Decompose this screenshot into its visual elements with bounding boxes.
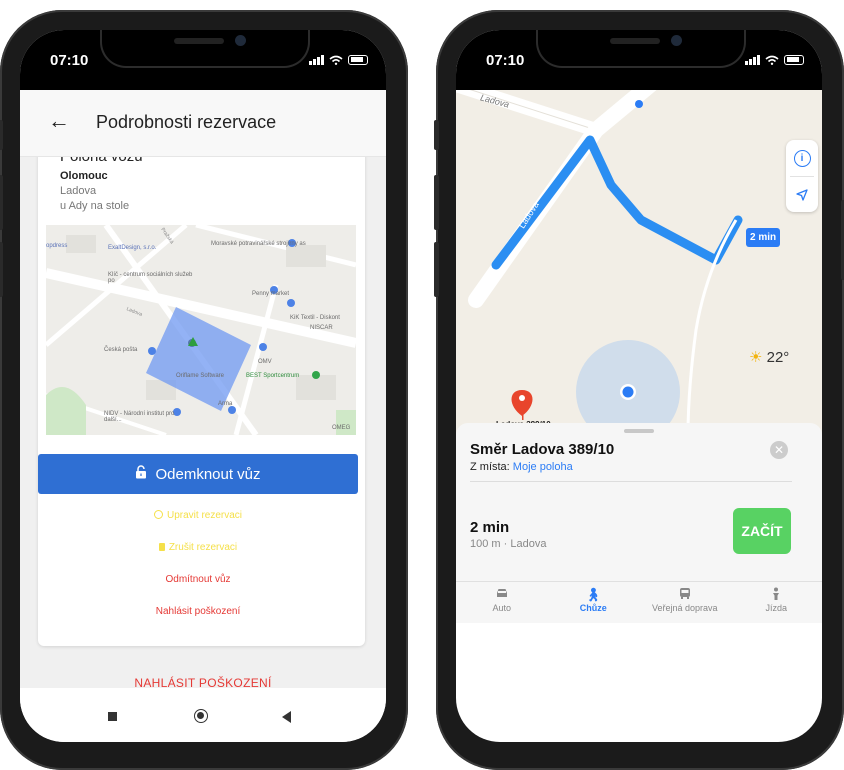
volume-up-button: [0, 175, 3, 230]
phone-left: 07:10 Poloha vozu Olomouc Ladova u Ady n…: [0, 10, 408, 770]
arrow-back-icon[interactable]: ←: [48, 108, 70, 134]
sheet-grabber[interactable]: [624, 429, 654, 433]
status-bar: 07:10: [20, 30, 386, 90]
tab-auto[interactable]: Auto: [456, 582, 548, 618]
eta-time: 2 min: [470, 519, 510, 536]
tab-transit[interactable]: Veřejná doprava: [639, 582, 731, 618]
map-label: NIDV - Národní institut pro další...: [104, 411, 175, 423]
start-button[interactable]: ZAČÍT: [733, 508, 791, 554]
walk-icon: 🚶︎: [584, 587, 602, 602]
back-triangle-icon[interactable]: [282, 711, 291, 723]
circle-icon: [153, 510, 163, 519]
transport-mode-tabs: Auto 🚶︎ Chůze Veřejná doprava Jízda: [456, 581, 822, 618]
android-nav-bar: [20, 690, 386, 742]
tab-label: Veřejná doprava: [651, 603, 718, 613]
mute-switch: [434, 120, 439, 150]
location-street: Ladova: [60, 185, 97, 197]
map-label: OMV: [258, 359, 272, 365]
status-time: 07:10: [50, 52, 89, 69]
map-controls: i: [786, 140, 818, 212]
info-icon[interactable]: i: [786, 140, 818, 176]
phone-right: 07:10 Ladova Ladova 2 min i ☀ 22° Směr L…: [434, 10, 844, 770]
map-label: opdress: [46, 243, 68, 249]
signal-icon: [309, 54, 324, 65]
recent-apps-icon[interactable]: [108, 712, 117, 721]
edit-reservation-link[interactable]: Upravit rezervaci: [38, 510, 358, 521]
page-title: Podrobnosti rezervace: [96, 112, 277, 132]
map-label: Moravské potravinářské strojírny as: [211, 241, 306, 247]
report-damage-link[interactable]: Nahlásit poškození: [38, 606, 358, 617]
wifi-icon: [765, 55, 779, 65]
weather: ☀ 22°: [749, 348, 789, 366]
edit-reservation-label: Upravit rezervaci: [166, 510, 243, 521]
navigation-map[interactable]: Ladova Ladova 2 min Ladova 389/10 i: [456, 90, 822, 435]
map-label: Klíč - centrum sociálních služeb po: [108, 272, 193, 284]
tab-walk[interactable]: 🚶︎ Chůze: [548, 582, 640, 618]
origin-value[interactable]: Moje poloha: [513, 461, 573, 473]
volume-down-button: [0, 242, 3, 297]
close-icon[interactable]: ✕: [770, 441, 788, 459]
status-bar: 07:10: [456, 30, 822, 90]
map-label: Penny market: [252, 291, 290, 297]
tab-label: Jízda: [765, 603, 787, 613]
report-damage-button[interactable]: NAHLÁSIT POŠKOZENÍ: [20, 676, 386, 690]
status-icons: [309, 54, 368, 65]
tab-ride[interactable]: Jízda: [731, 582, 823, 618]
location-city: Olomouc: [60, 170, 108, 182]
location-arrow-icon[interactable]: [786, 177, 818, 213]
battery-icon: [784, 54, 804, 65]
map-label: Arma: [218, 401, 233, 407]
car-icon: [495, 587, 509, 603]
home-icon[interactable]: [194, 709, 208, 723]
cancel-reservation-label: Zrušit rezervaci: [168, 542, 238, 553]
signal-icon: [745, 54, 760, 65]
notch: [536, 30, 746, 68]
volume-up-button: [434, 175, 439, 230]
divider: [470, 481, 792, 482]
reservation-content: Poloha vozu Olomouc Ladova u Ady na stol…: [20, 148, 386, 690]
map-label: OMEG: [332, 425, 351, 431]
map-label: ExaltDesign, s.r.o.: [108, 245, 157, 251]
bus-icon: [679, 587, 691, 603]
wifi-icon: [329, 55, 343, 65]
map-label: Oriflame Software: [176, 373, 225, 379]
origin-line: Z místa: Moje poloha: [470, 461, 573, 473]
reject-car-link[interactable]: Odmítnout vůz: [38, 574, 358, 585]
status-icons: [745, 54, 804, 65]
destination-title: Směr Ladova 389/10: [470, 441, 615, 458]
lock-icon: [135, 465, 147, 483]
map-label: NISCAR: [310, 325, 333, 331]
car-location-map[interactable]: opdress ExaltDesign, s.r.o. Moravské pot…: [46, 225, 356, 435]
map-label: BEST Sportcentrum: [246, 373, 300, 379]
eta-detail: 100 m · Ladova: [470, 538, 547, 550]
tab-label: Auto: [492, 603, 511, 613]
unlock-car-label: Odemknout vůz: [155, 465, 261, 483]
left-screen: 07:10 Poloha vozu Olomouc Ladova u Ady n…: [20, 30, 386, 742]
volume-down-button: [434, 242, 439, 297]
mute-switch: [0, 120, 3, 150]
ride-icon: [770, 587, 782, 603]
unlock-car-button[interactable]: Odemknout vůz: [38, 454, 358, 494]
notch: [100, 30, 310, 68]
location-note: u Ady na stole: [60, 200, 130, 212]
trash-icon: [158, 543, 165, 551]
directions-sheet: Směr Ladova 389/10 Z místa: Moje poloha …: [456, 423, 822, 623]
cancel-reservation-link[interactable]: Zrušit rezervaci: [38, 542, 358, 553]
battery-icon: [348, 54, 368, 65]
right-screen: 07:10 Ladova Ladova 2 min i ☀ 22° Směr L…: [456, 30, 822, 742]
tab-label: Chůze: [579, 603, 607, 613]
origin-prefix: Z místa:: [470, 461, 510, 473]
temperature: 22°: [766, 349, 790, 366]
map-label: KiK Textil - Diskont: [290, 315, 340, 321]
route-time-badge: 2 min: [746, 228, 781, 247]
status-time: 07:10: [486, 52, 525, 69]
map-label: Česká pošta: [104, 347, 138, 353]
reservation-card: Poloha vozu Olomouc Ladova u Ady na stol…: [38, 148, 365, 646]
sun-icon: ☀: [749, 349, 763, 366]
app-bar: ← Podrobnosti rezervace: [20, 90, 386, 157]
